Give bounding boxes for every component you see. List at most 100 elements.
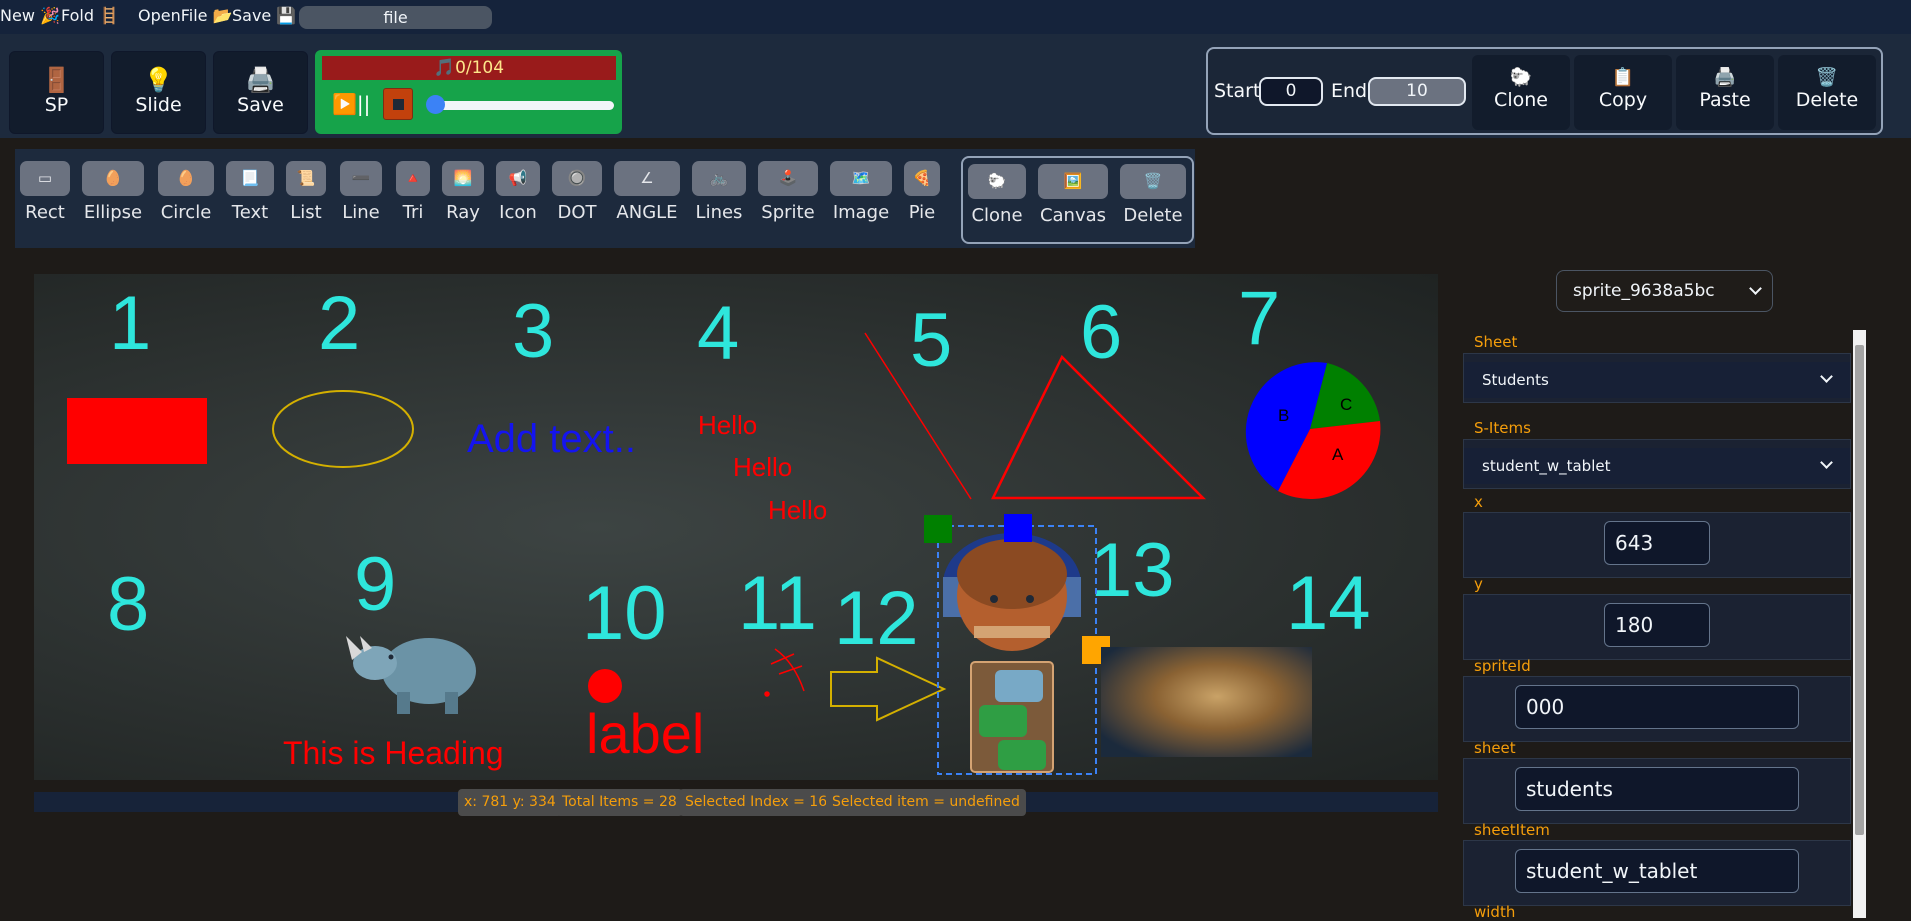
play-pause-button[interactable]: ▶️|| — [332, 92, 370, 116]
number-14: 14 — [1286, 561, 1371, 646]
label-text[interactable]: label — [586, 702, 704, 765]
sheetitem-label: sheetItem — [1474, 821, 1550, 839]
printer-icon: 🖨️ — [245, 66, 276, 94]
sunrise-icon: 🌅 — [442, 161, 484, 196]
tool-sprite[interactable]: 🕹️ Sprite — [758, 161, 818, 223]
end-input[interactable]: 10 — [1368, 77, 1466, 106]
tool-pie[interactable]: 🍕 Pie — [904, 161, 940, 223]
number-6: 6 — [1080, 290, 1122, 375]
red-rectangle[interactable] — [67, 398, 207, 464]
heading-text[interactable]: This is Heading — [283, 735, 504, 771]
number-8: 8 — [107, 562, 149, 647]
texture-image[interactable] — [1101, 647, 1312, 757]
pizza-icon: 🍕 — [904, 161, 940, 196]
radio-button-icon: 🔘 — [552, 161, 602, 196]
sheet-label: Sheet — [1474, 333, 1518, 351]
slider-thumb[interactable] — [426, 95, 445, 114]
pie-label-c: C — [1340, 395, 1352, 414]
angle-icon: ∠ — [614, 161, 680, 196]
tool-label: Image — [832, 202, 890, 223]
tool-dot[interactable]: 🔘 DOT — [552, 161, 602, 223]
tool-lines[interactable]: 🚲 Lines — [692, 161, 746, 223]
tool-label: Pie — [908, 202, 936, 223]
list-item-2[interactable]: Hello — [733, 452, 792, 482]
tool-ellipse[interactable]: 🥚 Ellipse — [82, 161, 144, 223]
tool-line[interactable]: ➖ Line — [340, 161, 382, 223]
tool-angle[interactable]: ∠ ANGLE — [614, 161, 680, 223]
end-label: End — [1331, 80, 1368, 102]
rotate-handle[interactable] — [924, 515, 952, 543]
yellow-arrow[interactable] — [830, 656, 947, 722]
sprite-select[interactable]: sprite_9638a5bc — [1556, 270, 1773, 312]
tool-ray[interactable]: 🌅 Ray — [442, 161, 484, 223]
tool-rect[interactable]: ▭ Rect — [20, 161, 70, 223]
number-11: 11 — [738, 561, 817, 646]
y-input[interactable]: 180 — [1604, 603, 1710, 647]
tool-label: Delete — [1123, 205, 1183, 226]
tool-label: Text — [231, 202, 269, 223]
range-delete-button[interactable]: 🗑️ Delete — [1778, 55, 1876, 130]
canvas-button[interactable]: 🖼️ Canvas — [1038, 164, 1108, 226]
start-input[interactable]: 0 — [1259, 77, 1323, 106]
tool-circle[interactable]: 🥚 Circle — [158, 161, 214, 223]
object-clone-button[interactable]: 🐑 Clone — [968, 164, 1026, 226]
number-9: 9 — [354, 542, 396, 627]
list-item-1[interactable]: Hello — [698, 410, 757, 440]
stop-button[interactable] — [383, 88, 413, 120]
audio-track-counter: 🎵0/104 — [322, 56, 616, 80]
tool-icon[interactable]: 📢 Icon — [496, 161, 540, 223]
slide-button-label: Slide — [135, 94, 182, 116]
tool-label: Ray — [446, 202, 480, 223]
file-name-input[interactable]: file — [299, 6, 492, 29]
sheet-select[interactable]: Students — [1464, 362, 1850, 398]
audio-progress-slider[interactable] — [428, 101, 614, 110]
copy-label: Copy — [1598, 89, 1648, 111]
sheet-input[interactable]: students — [1515, 767, 1799, 811]
rect-icon: ▭ — [20, 161, 70, 196]
save-menu-button[interactable]: Save 💾 — [232, 6, 296, 25]
angle-mark[interactable] — [764, 648, 805, 697]
selected-item-badge: Selected item = undefined — [826, 789, 1026, 816]
list-item-3[interactable]: Hello — [768, 495, 827, 525]
red-dot[interactable] — [588, 669, 622, 703]
slide-button[interactable]: 💡 Slide — [111, 51, 206, 134]
tool-text[interactable]: 📃 Text — [226, 161, 274, 223]
add-text-object[interactable]: Add text.. — [467, 417, 636, 461]
tool-label: Ellipse — [83, 202, 143, 223]
range-clone-button[interactable]: 🐑 Clone — [1472, 55, 1570, 130]
new-menu-button[interactable]: New 🎉 — [0, 6, 60, 25]
canvas-drawing[interactable]: 1 2 3 4 5 6 7 8 9 10 11 12 13 14 Add tex… — [34, 274, 1438, 780]
red-triangle[interactable] — [990, 354, 1207, 500]
sitems-select[interactable]: student_w_tablet — [1464, 448, 1850, 484]
x-input[interactable]: 643 — [1604, 521, 1710, 565]
sheetitem-input[interactable]: student_w_tablet — [1515, 849, 1799, 893]
pie-label-a: A — [1332, 445, 1344, 464]
tool-image[interactable]: 🗺️ Image — [830, 161, 892, 223]
panel-scroll-thumb[interactable] — [1855, 345, 1864, 835]
pie-chart[interactable]: B C A — [1245, 362, 1381, 499]
spriteid-input[interactable]: 000 — [1515, 685, 1799, 729]
drawing-canvas[interactable]: 1 2 3 4 5 6 7 8 9 10 11 12 13 14 Add tex… — [34, 274, 1438, 780]
object-delete-button[interactable]: 🗑️ Delete — [1120, 164, 1186, 226]
range-delete-label: Delete — [1795, 89, 1859, 111]
save-button[interactable]: 🖨️ Save — [213, 51, 308, 134]
paste-button[interactable]: 🖨️ Paste — [1676, 55, 1774, 130]
fold-menu-button[interactable]: Fold 🪜 — [61, 6, 119, 25]
sp-button[interactable]: 🚪 SP — [9, 51, 104, 134]
number-7: 7 — [1238, 276, 1280, 361]
tool-list[interactable]: 📜 List — [286, 161, 326, 223]
sheep-icon: 🐑 — [968, 164, 1026, 199]
tool-label: Canvas — [1039, 205, 1107, 226]
tool-tri[interactable]: 🔺 Tri — [396, 161, 430, 223]
rhino-icon[interactable] — [346, 636, 476, 714]
number-10: 10 — [582, 571, 667, 656]
copy-button[interactable]: 📋 Copy — [1574, 55, 1672, 130]
move-handle[interactable] — [1004, 514, 1032, 542]
student-sprite[interactable] — [924, 514, 1110, 775]
openfile-menu-button[interactable]: OpenFile 📂 — [138, 6, 233, 25]
cursor-coordinates: x: 781 y: 334 — [458, 789, 562, 816]
yellow-ellipse[interactable] — [272, 390, 414, 468]
x-label: x — [1474, 493, 1483, 511]
sheep-icon: 🐑 — [1509, 67, 1533, 88]
trash-icon: 🗑️ — [1815, 67, 1839, 88]
